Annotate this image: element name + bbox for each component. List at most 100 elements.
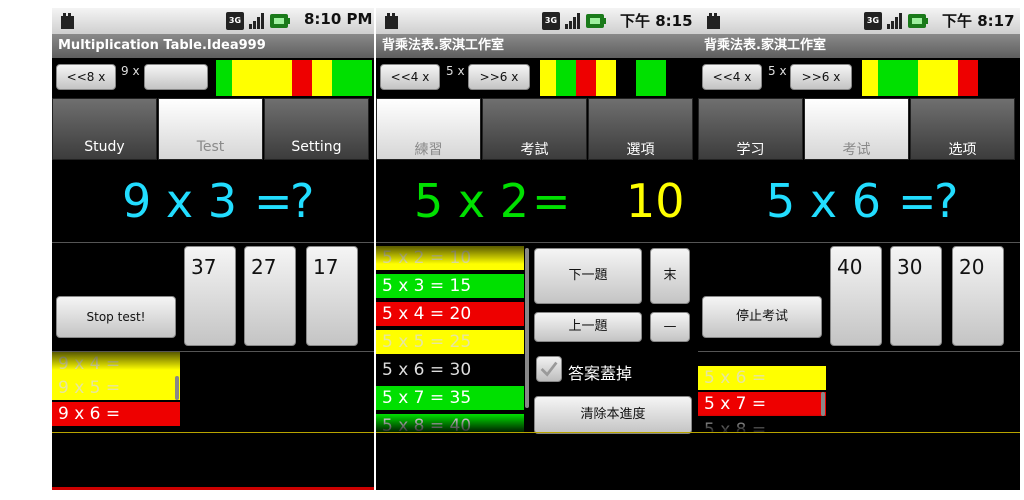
prev-table-button[interactable]: <<4 x (380, 64, 440, 90)
bottom-line (376, 432, 698, 433)
progress-segment (216, 60, 232, 96)
answer-button[interactable]: 27 (244, 246, 296, 346)
stop-test-button[interactable]: 停止考试 (702, 296, 822, 338)
check-icon (540, 361, 558, 377)
current-table-label: 5 x (768, 64, 787, 78)
tab-options[interactable]: 选项 (910, 98, 1015, 160)
hide-answer-label: 答案蓋掉 (568, 364, 633, 383)
stop-test-button[interactable]: Stop test! (56, 296, 176, 338)
answer-button[interactable]: 37 (184, 246, 236, 346)
current-table-label: 5 x (446, 64, 465, 78)
status-bar: 3G 8:10 PM (52, 8, 374, 34)
tab-options[interactable]: 選項 (588, 98, 693, 160)
next-table-button[interactable]: >>6 x (468, 64, 530, 90)
tab-test[interactable]: Test (158, 98, 263, 160)
3g-icon: 3G (226, 12, 244, 30)
status-time: 下午 8:17 (942, 12, 1015, 30)
bottom-line (52, 432, 374, 433)
question-equals: = (254, 174, 293, 228)
sd-card-icon (61, 13, 74, 29)
question-equals: = (898, 174, 937, 228)
history-item: 5 x 8 = 40 (376, 414, 524, 432)
tab-test[interactable]: 考试 (804, 98, 909, 160)
progress-segment (898, 60, 918, 96)
progress-row: <<8 x 9 x (52, 58, 374, 98)
3g-icon: 3G (864, 12, 882, 30)
progress-row: <<4 x 5 x >>6 x (698, 58, 1020, 98)
3g-icon: 3G (542, 12, 560, 30)
question-expression: 5 x 6 (766, 174, 881, 228)
sd-card-icon (385, 13, 398, 29)
next-question-button[interactable]: 下一題 (534, 248, 642, 304)
bottom-line (698, 432, 1020, 433)
progress-segment (636, 60, 666, 96)
screen-chinese-study: 3G 下午 8:15 背乘法表.家淇工作室 <<4 x 5 x >>6 x 練習… (376, 8, 698, 490)
progress-segment (332, 60, 372, 96)
progress-row: <<4 x 5 x >>6 x (376, 58, 698, 98)
history-item: 5 x 7 = 35 (376, 386, 524, 410)
history-scrollbar[interactable] (821, 392, 825, 416)
minus-button[interactable]: — (650, 312, 690, 342)
tab-study[interactable]: 練習 (376, 98, 481, 160)
progress-segment (616, 60, 636, 96)
progress-segment (312, 60, 332, 96)
signal-icon (565, 13, 580, 29)
signal-icon (249, 13, 264, 29)
history-item: 5 x 8 = (698, 418, 826, 432)
question-expression: 9 x 3 (122, 174, 237, 228)
tab-bar: 学习 考试 选项 (698, 98, 1020, 160)
question: 9 x 3 = ? (52, 164, 374, 244)
status-bar: 3G 下午 8:17 (698, 8, 1020, 34)
hide-answer-checkbox[interactable] (536, 356, 562, 382)
status-time: 下午 8:15 (620, 12, 693, 30)
screen-simplified-test: 3G 下午 8:17 背乘法表.家淇工作室 <<4 x 5 x >>6 x 学习… (698, 8, 1020, 490)
progress-segment (596, 60, 616, 96)
history-item: 5 x 7 = (698, 392, 826, 416)
tab-bar: Study Test Setting (52, 98, 374, 160)
history-item: 5 x 2 = 10 (376, 246, 524, 270)
last-button[interactable]: 末 (650, 248, 690, 304)
tab-test[interactable]: 考試 (482, 98, 587, 160)
app-title: 背乘法表.家淇工作室 (376, 34, 698, 58)
battery-icon (586, 14, 606, 28)
status-time: 8:10 PM (304, 10, 373, 28)
tab-study[interactable]: 学习 (698, 98, 803, 160)
question: 5 x 6 = ? (698, 164, 1020, 244)
bottom-bar (52, 487, 374, 490)
answer-button[interactable]: 40 (830, 246, 882, 346)
history-item: 5 x 3 = 15 (376, 274, 524, 298)
answer-button[interactable]: 20 (952, 246, 1004, 346)
history-scrollbar[interactable] (525, 248, 529, 408)
current-table-label: 9 x (121, 64, 140, 78)
prev-table-button[interactable]: <<8 x (56, 64, 116, 90)
tab-study[interactable]: Study (52, 98, 157, 160)
answer-button[interactable]: 30 (890, 246, 942, 346)
progress-segment (918, 60, 958, 96)
progress-segment (232, 60, 292, 96)
history-scrollbar[interactable] (175, 376, 179, 400)
question-equals: = (532, 174, 571, 228)
battery-icon (270, 14, 290, 28)
question-expression: 5 x 2 (414, 174, 529, 228)
question-answer: 10 (626, 174, 685, 228)
prev-question-button[interactable]: 上一題 (534, 312, 642, 342)
next-table-button[interactable] (144, 64, 208, 90)
question: 5 x 2 = 10 (376, 164, 698, 244)
history-item: 5 x 6 = (698, 366, 826, 390)
divider (376, 242, 698, 243)
history-item: 9 x 4 = (52, 352, 180, 376)
tab-setting[interactable]: Setting (264, 98, 369, 160)
question-answer: ? (934, 174, 959, 228)
divider (698, 242, 1020, 243)
clear-progress-button[interactable]: 清除本進度 (534, 396, 692, 434)
progress-segment (556, 60, 576, 96)
prev-table-button[interactable]: <<4 x (702, 64, 762, 90)
app-title: Multiplication Table.Idea999 (52, 34, 374, 58)
answer-button[interactable]: 17 (306, 246, 358, 346)
progress-segment (878, 60, 898, 96)
app-title: 背乘法表.家淇工作室 (698, 34, 1020, 58)
status-bar: 3G 下午 8:15 (376, 8, 698, 34)
next-table-button[interactable]: >>6 x (790, 64, 852, 90)
battery-icon (908, 14, 928, 28)
progress-segment (862, 60, 878, 96)
